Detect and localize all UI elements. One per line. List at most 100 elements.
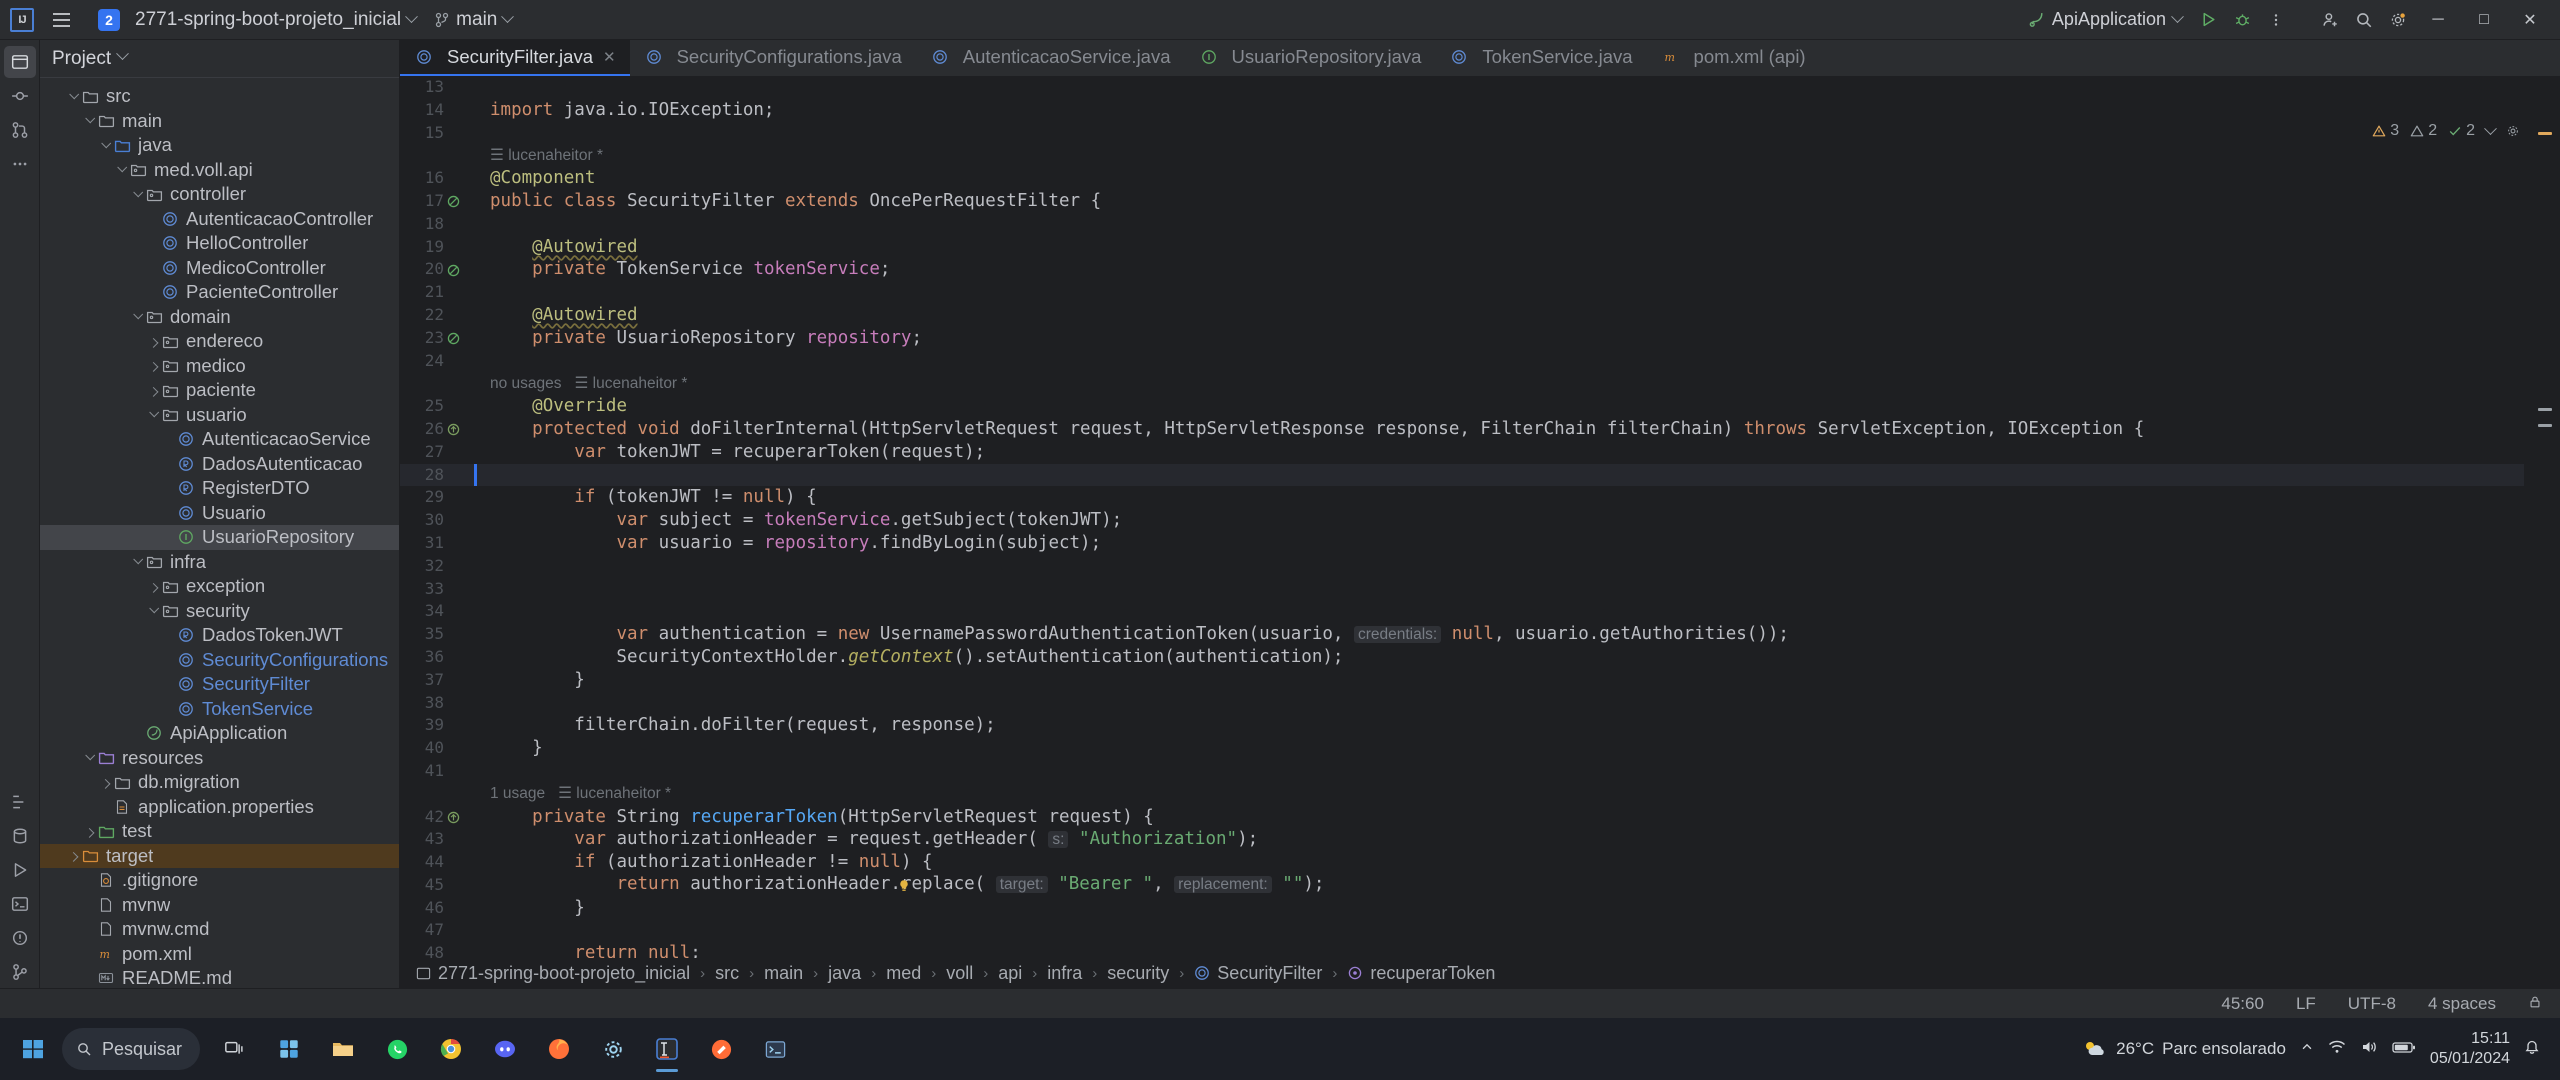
whatsapp-button[interactable] bbox=[372, 1024, 422, 1074]
taskbar-clock[interactable]: 15:11 05/01/2024 bbox=[2430, 1029, 2510, 1069]
tree-item-endereco[interactable]: endereco bbox=[40, 329, 399, 354]
tree-item-dadosautenticacao[interactable]: DadosAutenticacao bbox=[40, 452, 399, 477]
lock-icon[interactable] bbox=[2522, 992, 2548, 1016]
notification-icon[interactable] bbox=[2524, 1039, 2540, 1060]
maximize-button[interactable]: □ bbox=[2462, 3, 2506, 37]
search-everywhere-button[interactable] bbox=[2348, 5, 2380, 35]
breadcrumb-item-2771-spring-boot-projeto-inicial[interactable]: 2771-spring-boot-projeto_inicial bbox=[412, 961, 693, 986]
editor-tab-securityconfigurations-java[interactable]: SecurityConfigurations.java bbox=[630, 40, 916, 76]
tree-item-test[interactable]: test bbox=[40, 819, 399, 844]
breadcrumb[interactable]: 2771-spring-boot-projeto_inicial › src › mai… bbox=[400, 958, 2560, 988]
breadcrumb-item-infra[interactable]: infra bbox=[1044, 961, 1085, 986]
code-scroll-area[interactable]: 13 14 import java.io.IOException; 15 ☰ luc… bbox=[400, 76, 2560, 958]
breadcrumb-item-main[interactable]: main bbox=[761, 961, 806, 986]
tree-item-security[interactable]: security bbox=[40, 599, 399, 624]
gutter-icon[interactable] bbox=[446, 809, 462, 825]
editor-tab-securityfilter-java[interactable]: SecurityFilter.java ✕ bbox=[400, 40, 630, 76]
tree-item-src[interactable]: src bbox=[40, 84, 399, 109]
tree-item-registerdto[interactable]: RegisterDTO bbox=[40, 476, 399, 501]
minimize-button[interactable]: ─ bbox=[2416, 3, 2460, 37]
breadcrumb-item-api[interactable]: api bbox=[995, 961, 1025, 986]
tree-toggle-icon[interactable] bbox=[98, 133, 112, 157]
tree-item--gitignore[interactable]: .gitignore bbox=[40, 868, 399, 893]
wifi-icon[interactable] bbox=[2328, 1039, 2346, 1060]
tree-toggle-icon[interactable] bbox=[130, 182, 144, 206]
tree-item-infra[interactable]: infra bbox=[40, 550, 399, 575]
run-button[interactable] bbox=[2192, 5, 2224, 35]
breadcrumb-item-java[interactable]: java bbox=[825, 961, 864, 986]
tray-expand-icon[interactable] bbox=[2300, 1039, 2314, 1059]
override-gutter-icon[interactable] bbox=[446, 810, 461, 825]
tree-item-mvnw[interactable]: mvnw bbox=[40, 893, 399, 918]
tree-item-usuario[interactable]: Usuario bbox=[40, 501, 399, 526]
tree-toggle-icon[interactable] bbox=[146, 378, 160, 402]
branch-selector[interactable]: main bbox=[426, 5, 520, 35]
tree-item-paciente[interactable]: paciente bbox=[40, 378, 399, 403]
chrome-button[interactable] bbox=[426, 1024, 476, 1074]
tree-item-controller[interactable]: controller bbox=[40, 182, 399, 207]
firefox-button[interactable] bbox=[534, 1024, 584, 1074]
file-encoding[interactable]: UTF-8 bbox=[2342, 992, 2402, 1016]
code-vision-hint[interactable]: 1 usage ☰ lucenaheitor * bbox=[490, 785, 671, 802]
breadcrumb-item-med[interactable]: med bbox=[883, 961, 924, 986]
chevron-down-icon[interactable] bbox=[2484, 121, 2497, 135]
sidebar-item-database[interactable] bbox=[4, 820, 36, 852]
tree-item-pom-xml[interactable]: m pom.xml bbox=[40, 942, 399, 967]
intention-bulb-icon[interactable] bbox=[897, 877, 913, 893]
widgets-button[interactable] bbox=[264, 1024, 314, 1074]
code-editor[interactable]: 13 14 import java.io.IOException; 15 ☰ luc… bbox=[400, 76, 2560, 958]
tree-item-medicocontroller[interactable]: MedicoController bbox=[40, 256, 399, 281]
discord-button[interactable] bbox=[480, 1024, 530, 1074]
typo-count[interactable]: 2 bbox=[2448, 122, 2475, 140]
tree-item-resources[interactable]: resources bbox=[40, 746, 399, 771]
more-actions-button[interactable] bbox=[2260, 5, 2292, 35]
tree-toggle-icon[interactable] bbox=[98, 770, 112, 794]
run-configuration-selector[interactable]: ApiApplication bbox=[2020, 5, 2190, 34]
tree-toggle-icon[interactable] bbox=[130, 305, 144, 329]
breadcrumb-item-src[interactable]: src bbox=[712, 961, 742, 986]
sidebar-item-problems[interactable] bbox=[4, 922, 36, 954]
code-vision-hint[interactable]: no usages ☰ lucenaheitor * bbox=[490, 375, 687, 392]
code-vision-hint[interactable]: ☰ lucenaheitor * bbox=[490, 147, 603, 164]
tree-item-readme-md[interactable]: README.md bbox=[40, 966, 399, 988]
terminal-button[interactable] bbox=[750, 1024, 800, 1074]
breadcrumb-item-recuperartoken[interactable]: recuperarToken bbox=[1344, 961, 1498, 986]
marker-weak-warning[interactable] bbox=[2538, 408, 2552, 411]
tree-toggle-icon[interactable] bbox=[66, 844, 80, 868]
gutter-icon[interactable] bbox=[446, 421, 462, 437]
tree-toggle-icon[interactable] bbox=[66, 84, 80, 108]
tree-item-dadostokenjwt[interactable]: DadosTokenJWT bbox=[40, 623, 399, 648]
tree-toggle-icon[interactable] bbox=[130, 550, 144, 574]
caret-position[interactable]: 45:60 bbox=[2215, 992, 2270, 1016]
tree-toggle-icon[interactable] bbox=[146, 354, 160, 378]
main-menu-button[interactable] bbox=[46, 5, 76, 35]
marker-warning[interactable] bbox=[2538, 132, 2552, 135]
tree-toggle-icon[interactable] bbox=[82, 109, 96, 133]
tree-toggle-icon[interactable] bbox=[146, 329, 160, 353]
postman-button[interactable] bbox=[696, 1024, 746, 1074]
inspection-widget[interactable]: 3 2 2 bbox=[2372, 121, 2520, 140]
editor-tab-tokenservice-java[interactable]: TokenService.java bbox=[1435, 40, 1646, 76]
sidebar-item-terminal[interactable] bbox=[4, 888, 36, 920]
project-selector[interactable]: 2 2771-spring-boot-projeto_inicial bbox=[90, 5, 424, 35]
sidebar-item-project[interactable] bbox=[3, 46, 36, 78]
editor-tab-usuariorepository-java[interactable]: UsuarioRepository.java bbox=[1185, 40, 1436, 76]
tree-item-autenticacaocontroller[interactable]: AutenticacaoController bbox=[40, 207, 399, 232]
sidebar-item-run[interactable] bbox=[4, 854, 36, 886]
tree-toggle-icon[interactable] bbox=[146, 574, 160, 598]
tree-item-db-migration[interactable]: db.migration bbox=[40, 770, 399, 795]
tree-item-autenticacaoservice[interactable]: AutenticacaoService bbox=[40, 427, 399, 452]
editor-tab-pom-xml-api-[interactable]: m pom.xml (api) bbox=[1647, 40, 1820, 76]
settings-button[interactable] bbox=[2382, 5, 2414, 35]
tree-toggle-icon[interactable] bbox=[82, 819, 96, 843]
tree-item-med-voll-api[interactable]: med.voll.api bbox=[40, 158, 399, 183]
volume-icon[interactable] bbox=[2360, 1039, 2378, 1060]
tree-item-usuariorepository[interactable]: UsuarioRepository bbox=[40, 525, 399, 550]
spring-bean-gutter-icon[interactable] bbox=[446, 263, 461, 278]
tree-item-securityconfigurations[interactable]: SecurityConfigurations bbox=[40, 648, 399, 673]
tree-item-tokenservice[interactable]: TokenService bbox=[40, 697, 399, 722]
tree-toggle-icon[interactable] bbox=[146, 403, 160, 427]
settings-button[interactable] bbox=[588, 1024, 638, 1074]
editor-tab-bar[interactable]: SecurityFilter.java ✕ SecurityConfiguratio… bbox=[400, 40, 2560, 76]
tree-item-java[interactable]: java bbox=[40, 133, 399, 158]
